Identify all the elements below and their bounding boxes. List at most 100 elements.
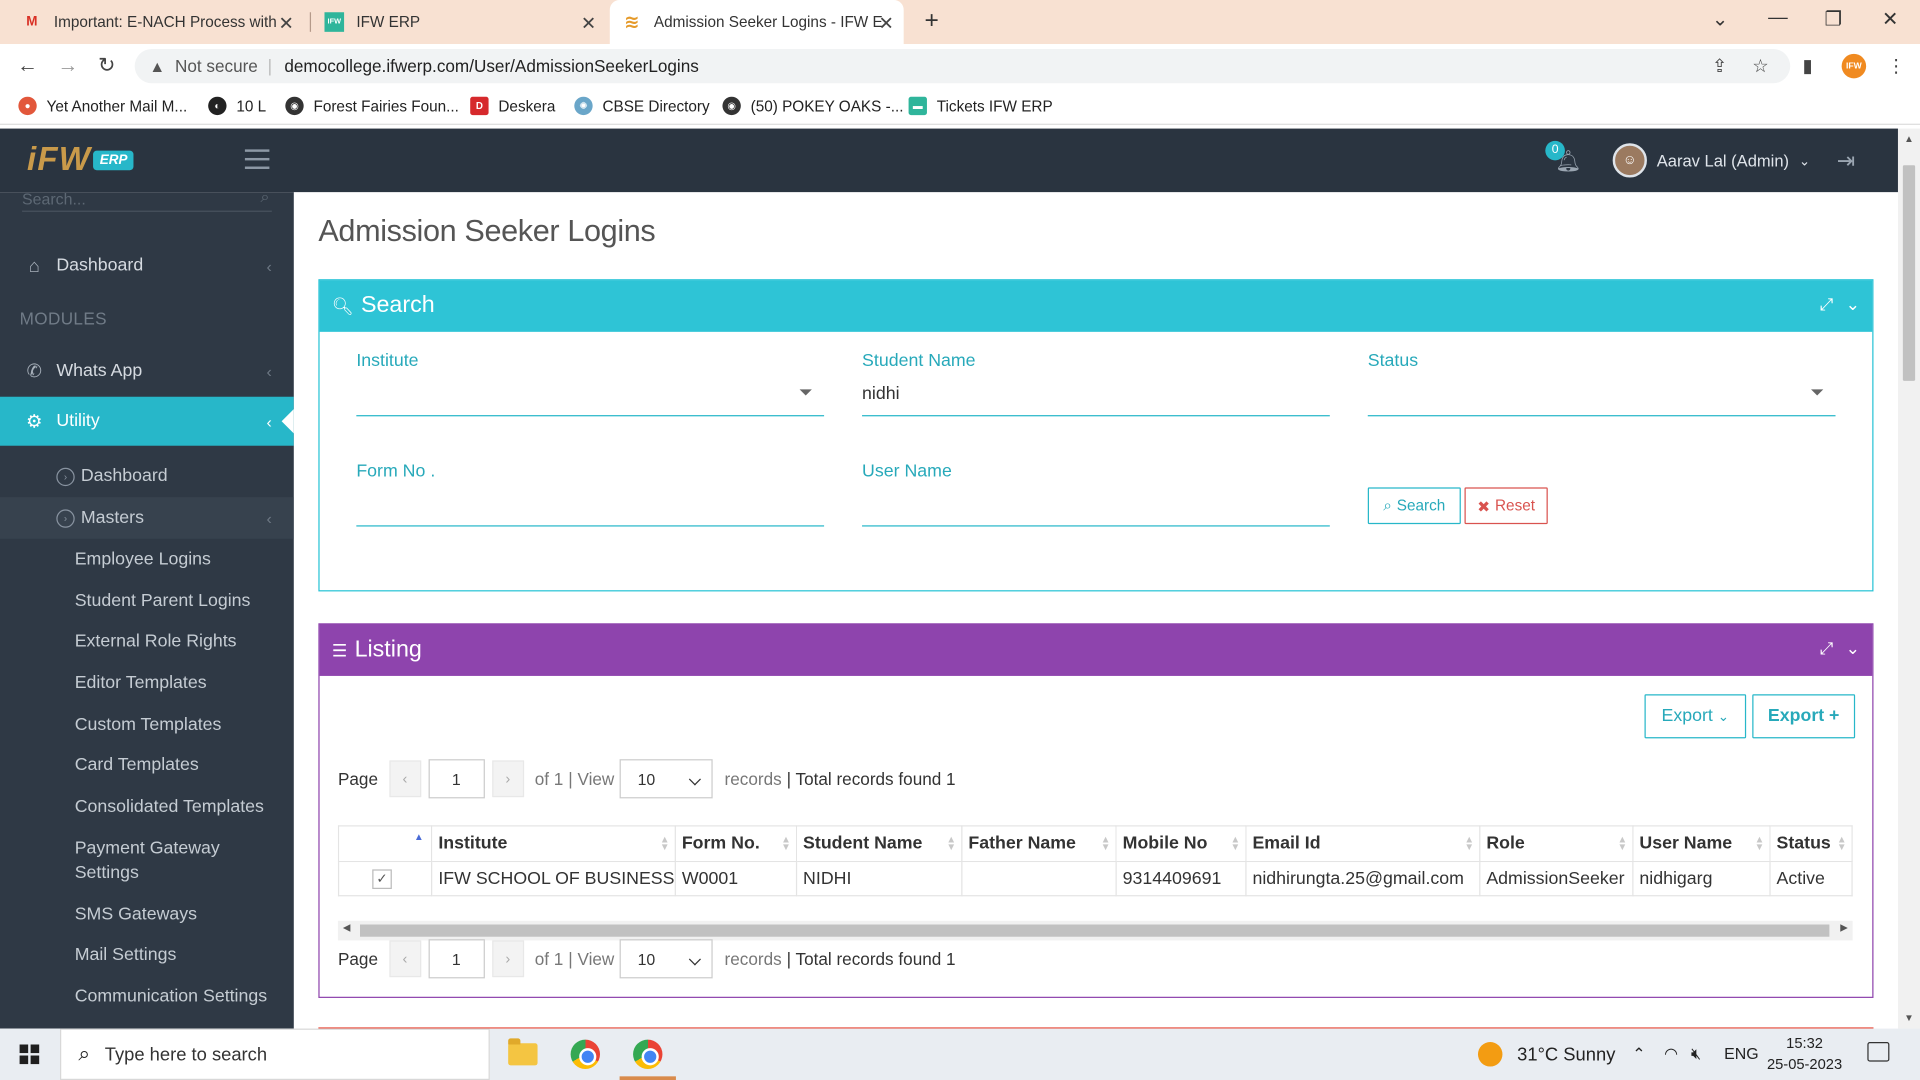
close-icon[interactable]: ✕ xyxy=(278,12,293,34)
search-button[interactable]: ⌕ Search xyxy=(1367,487,1461,525)
page-number-input[interactable]: 1 xyxy=(428,759,485,799)
next-page-button[interactable]: › xyxy=(491,760,524,798)
form-no-input[interactable]: Form No . xyxy=(356,462,825,527)
file-explorer-icon[interactable] xyxy=(504,1036,541,1073)
sidebar-leaf-sms-gateways[interactable]: SMS Gateways xyxy=(75,902,283,926)
column-header[interactable]: User Name ▲ ▼ xyxy=(1632,825,1771,863)
share-icon[interactable]: ⇪ xyxy=(1712,55,1727,77)
sidebar-leaf-custom-templates[interactable]: Custom Templates xyxy=(75,713,283,737)
speaker-muted-icon[interactable]: 🔇︎ xyxy=(1691,1044,1701,1064)
column-header[interactable]: Role ▲ ▼ xyxy=(1478,825,1634,863)
student-name-input[interactable]: Student Name nidhi xyxy=(862,351,1330,417)
column-header[interactable]: Student Name ▲ ▼ xyxy=(795,825,963,863)
sidebar-subitem-masters[interactable]: › Masters ‹ xyxy=(0,497,294,539)
scroll-up-icon[interactable]: ▲ xyxy=(1904,133,1914,144)
user-name-input[interactable]: User Name xyxy=(862,462,1330,527)
sidebar-leaf-employee-logins[interactable]: Employee Logins xyxy=(75,547,283,571)
bookmark-item[interactable]: ◉ (50) POKEY OAKS -... xyxy=(722,96,903,116)
chrome-profile-icon[interactable] xyxy=(619,1036,676,1080)
chevron-down-icon[interactable]: ⌄ xyxy=(1846,638,1860,659)
windows-start-icon[interactable] xyxy=(19,1044,40,1065)
bookmark-item[interactable]: D Deskera xyxy=(470,96,555,116)
scroll-right-icon[interactable]: ▶ xyxy=(1840,922,1848,933)
omnibox[interactable]: ▲ Not secure | democollege.ifwerp.com/Us… xyxy=(134,48,1791,84)
next-page-button[interactable]: › xyxy=(491,940,524,978)
chevron-down-icon[interactable]: ⌄ xyxy=(1846,294,1860,315)
expand-icon[interactable]: ⤢ xyxy=(1820,294,1834,315)
bookmark-item[interactable]: ◐ 10 L xyxy=(208,96,266,116)
tab-search-chevron-icon[interactable]: ⌄ xyxy=(1712,7,1728,31)
status-select[interactable]: Status xyxy=(1367,351,1836,417)
expand-icon[interactable]: ⤢ xyxy=(1820,638,1834,659)
table-row[interactable]: ✓ IFW SCHOOL OF BUSINESS W0001 NIDHI 931… xyxy=(337,860,1853,897)
bookmark-item[interactable]: ▬ Tickets IFW ERP xyxy=(908,96,1053,116)
sidebar-item-dashboard[interactable]: ⌂ Dashboard ‹ xyxy=(0,241,294,290)
page-number-input[interactable]: 1 xyxy=(428,939,485,979)
scroll-left-icon[interactable]: ◀ xyxy=(343,922,351,933)
back-icon[interactable]: ← xyxy=(17,54,38,78)
sidebar-leaf-consolidated-templates[interactable]: Consolidated Templates xyxy=(75,795,283,819)
language-indicator[interactable]: ENG xyxy=(1724,1044,1758,1062)
close-icon[interactable]: ✕ xyxy=(878,12,893,34)
url-text[interactable]: democollege.ifwerp.com/User/AdmissionSee… xyxy=(284,56,698,76)
sidebar-leaf-payment-gateway-settings[interactable]: Payment Gateway Settings xyxy=(75,836,234,885)
bookmark-item[interactable]: ◉ Forest Fairies Foun... xyxy=(285,96,459,116)
ifw-extension-icon[interactable]: IFW xyxy=(1841,53,1867,79)
forward-icon[interactable]: → xyxy=(58,54,79,78)
user-menu[interactable]: ☺ Aarav Lal (Admin) ⌄ xyxy=(1612,143,1810,178)
column-header[interactable]: Father Name ▲ ▼ xyxy=(961,825,1117,863)
prev-page-button[interactable]: ‹ xyxy=(389,760,421,798)
export-button[interactable]: Export + xyxy=(1752,694,1856,739)
chrome-icon[interactable] xyxy=(567,1036,604,1073)
sidebar-leaf-external-role-rights[interactable]: External Role Rights xyxy=(75,629,283,653)
window-close-icon[interactable]: ✕ xyxy=(1882,7,1898,31)
prev-page-button[interactable]: ‹ xyxy=(389,940,421,978)
ifw-erp-logo[interactable]: iFW ERP xyxy=(27,141,134,179)
notification-center-icon[interactable] xyxy=(1867,1042,1890,1062)
column-header[interactable]: Email Id ▲ ▼ xyxy=(1245,825,1481,863)
kebab-menu-icon[interactable]: ⋮ xyxy=(1887,55,1905,77)
column-header[interactable]: Institute ▲ ▼ xyxy=(431,825,676,863)
bookmark-item[interactable]: ✺ CBSE Directory xyxy=(574,96,710,116)
sidebar-item-utility[interactable]: ⚙ Utility ‹ xyxy=(0,396,294,446)
new-tab-icon[interactable]: + xyxy=(924,7,938,35)
bookmark-item[interactable]: ● Yet Another Mail M... xyxy=(18,96,187,116)
weather-widget[interactable]: 31°C Sunny xyxy=(1477,1042,1615,1067)
sidebar-subitem-dashboard[interactable]: › Dashboard xyxy=(0,456,294,498)
logout-icon[interactable]: ⇥ xyxy=(1837,148,1855,174)
tray-chevron-icon[interactable]: ⌃ xyxy=(1632,1044,1645,1064)
sidebar-leaf-mail-settings[interactable]: Mail Settings xyxy=(75,943,283,967)
reload-icon[interactable]: ↻ xyxy=(98,54,115,78)
sidebar-item-whatsapp[interactable]: ✆ Whats App ‹ xyxy=(0,347,294,396)
side-panel-icon[interactable]: ▮ xyxy=(1802,55,1812,77)
column-header[interactable]: Form No. ▲ ▼ xyxy=(674,825,797,863)
horizontal-scrollbar[interactable]: ◀ ▶ xyxy=(337,920,1853,941)
close-icon[interactable]: ✕ xyxy=(581,12,596,34)
column-header[interactable]: Mobile No ▲ ▼ xyxy=(1115,825,1247,863)
wifi-icon[interactable]: ◠ xyxy=(1664,1044,1678,1064)
taskbar-search-input[interactable]: ⌕ Type here to search xyxy=(60,1028,490,1080)
row-select-cell[interactable]: ✓ xyxy=(337,860,433,897)
restore-icon[interactable]: ❐ xyxy=(1825,7,1843,31)
reset-button[interactable]: ✖ Reset xyxy=(1464,487,1548,525)
scrollbar-thumb[interactable] xyxy=(360,924,1830,937)
sidebar-leaf-student-parent-logins[interactable]: Student Parent Logins xyxy=(75,589,283,613)
tab-gmail[interactable]: M Important: E-NACH Process with ✕ xyxy=(10,0,304,44)
field-value[interactable]: nidhi xyxy=(862,384,900,404)
tab-admission-seeker[interactable]: ≋ Admission Seeker Logins - IFW E ✕ xyxy=(609,0,904,45)
star-icon[interactable]: ☆ xyxy=(1752,55,1768,77)
column-header[interactable]: Status ▲ ▼ xyxy=(1769,825,1853,863)
clock[interactable]: 15:32 25-05-2023 xyxy=(1767,1033,1842,1075)
scrollbar-thumb[interactable] xyxy=(1902,165,1916,381)
export-dropdown-button[interactable]: Export ⌄ xyxy=(1644,694,1747,739)
sidebar-leaf-card-templates[interactable]: Card Templates xyxy=(75,753,283,777)
page-size-select[interactable]: 10 xyxy=(619,939,713,979)
minimize-icon[interactable]: — xyxy=(1768,7,1788,29)
select-column-header[interactable]: ▲ xyxy=(337,825,433,863)
tab-ifw-erp[interactable]: IFW IFW ERP ✕ xyxy=(312,0,606,44)
row-checkbox[interactable]: ✓ xyxy=(372,869,392,889)
institute-select[interactable]: Institute xyxy=(356,351,825,417)
sidebar-leaf-editor-templates[interactable]: Editor Templates xyxy=(75,671,283,695)
hamburger-menu-icon[interactable] xyxy=(244,149,270,175)
search-icon[interactable]: ⌕ xyxy=(260,192,269,207)
